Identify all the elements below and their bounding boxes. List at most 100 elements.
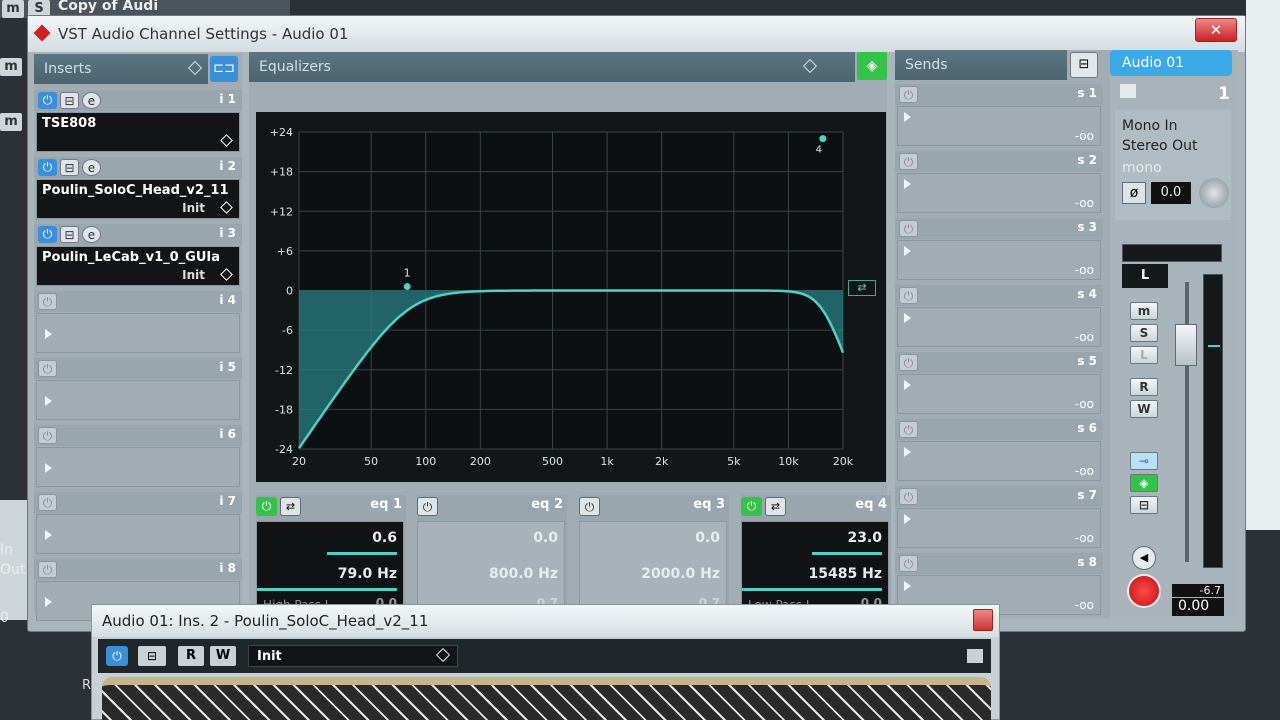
- send-expand-icon[interactable]: [904, 313, 911, 323]
- insert-edit-button[interactable]: e: [82, 92, 101, 109]
- eq-state-button[interactable]: ◈: [1130, 474, 1158, 492]
- bg-mute-button-2[interactable]: m: [0, 58, 22, 76]
- insert-state-button[interactable]: ⊸: [1130, 452, 1158, 470]
- insert-plugin-field[interactable]: Poulin_LeCab_v1_0_GUIa Init: [36, 246, 240, 286]
- eq-curve-display[interactable]: 20 50 100 200 500 1k 2k 5k 10k 20k +24 +18 +12 +6 0 -6 -…: [256, 112, 886, 482]
- eq-band-gain[interactable]: 0.0: [533, 530, 558, 546]
- read-automation-button[interactable]: R: [1130, 378, 1158, 396]
- eq-band-frequency[interactable]: 15485 Hz: [809, 566, 882, 582]
- send-power-button[interactable]: ⏻: [899, 220, 918, 237]
- eq-band-power-button[interactable]: ⏻: [417, 497, 438, 516]
- volume-value[interactable]: 0.00: [1172, 598, 1224, 616]
- amp-plugin-gui[interactable]: [102, 677, 991, 720]
- listen-button[interactable]: L: [1130, 346, 1158, 364]
- input-gain-knob[interactable]: [1199, 178, 1229, 208]
- insert-plugin-field[interactable]: TSE808: [36, 112, 240, 152]
- insert-power-button[interactable]: ⏻: [38, 293, 57, 310]
- insert-bypass-button[interactable]: ⊟: [60, 159, 79, 176]
- send-power-button[interactable]: ⏻: [899, 421, 918, 438]
- eq-band-gain-slider[interactable]: [327, 552, 397, 555]
- send-power-button[interactable]: ⏻: [899, 153, 918, 170]
- eq-band-freq-slider[interactable]: [742, 588, 882, 591]
- input-routing[interactable]: Mono In: [1122, 118, 1178, 134]
- insert-empty-field[interactable]: [36, 514, 240, 554]
- inserts-bypass-button[interactable]: ⊏⊐: [210, 56, 238, 82]
- insert-edit-button[interactable]: e: [82, 226, 101, 243]
- window-close-button[interactable]: ✕: [1195, 18, 1237, 42]
- send-power-button[interactable]: ⏻: [899, 287, 918, 304]
- insert-bypass-button[interactable]: ⊟: [60, 92, 79, 109]
- insert-edit-button[interactable]: e: [82, 159, 101, 176]
- record-enable-button[interactable]: [1127, 574, 1161, 608]
- insert-expand-icon[interactable]: [45, 530, 52, 540]
- eq-diamond-icon[interactable]: [802, 58, 818, 74]
- channel-name-header[interactable]: Audio 01: [1110, 50, 1232, 76]
- send-destination-field[interactable]: -oo: [897, 508, 1101, 548]
- send-destination-field[interactable]: -oo: [897, 173, 1101, 213]
- channel-menu-icon[interactable]: [1120, 84, 1136, 98]
- insert-power-button[interactable]: ⏻: [38, 159, 57, 176]
- eq-bypass-button[interactable]: ◈: [857, 52, 887, 80]
- eq-band-display[interactable]: 0.679.0 Hz0.0High Pass I: [256, 521, 404, 615]
- send-destination-field[interactable]: -oo: [897, 374, 1101, 414]
- eq-band-gain[interactable]: 0.6: [372, 530, 397, 546]
- send-destination-field[interactable]: -oo: [897, 240, 1101, 280]
- insert-power-button[interactable]: ⏻: [38, 360, 57, 377]
- mute-button[interactable]: m: [1130, 302, 1158, 320]
- plugin-write-button[interactable]: W: [210, 646, 236, 666]
- insert-expand-icon[interactable]: [45, 597, 52, 607]
- eq-reset-icon[interactable]: ⇄: [848, 280, 876, 296]
- eq-band-display[interactable]: 23.015485 Hz0.0Low Pass I: [741, 521, 889, 615]
- send-expand-icon[interactable]: [904, 380, 911, 390]
- eq-band-invert-button[interactable]: ⇄: [765, 497, 786, 516]
- volume-fader[interactable]: [1175, 324, 1197, 366]
- insert-power-button[interactable]: ⏻: [38, 427, 57, 444]
- eq-band-power-button[interactable]: ⏻: [256, 497, 277, 516]
- inserts-diamond-icon[interactable]: [187, 60, 203, 76]
- send-expand-icon[interactable]: [904, 581, 911, 591]
- insert-bypass-button[interactable]: ⊟: [60, 226, 79, 243]
- eq-band-freq-slider[interactable]: [257, 588, 397, 591]
- insert-diamond-icon[interactable]: [220, 201, 233, 214]
- send-expand-icon[interactable]: [904, 514, 911, 524]
- plugin-power-button[interactable]: ⏻: [106, 646, 128, 666]
- send-power-button[interactable]: ⏻: [899, 488, 918, 505]
- input-gain-value[interactable]: 0.0: [1151, 182, 1191, 204]
- pan-display[interactable]: [1122, 244, 1222, 262]
- plugin-read-button[interactable]: R: [178, 646, 204, 666]
- plugin-close-button[interactable]: [973, 609, 993, 631]
- eq-band-1-handle[interactable]: [403, 283, 411, 291]
- insert-plugin-field[interactable]: Poulin_SoloC_Head_v2_11 Init: [36, 179, 240, 219]
- output-routing[interactable]: Stereo Out: [1122, 138, 1197, 154]
- eq-band-gain[interactable]: 0.0: [695, 530, 720, 546]
- eq-band-power-button[interactable]: ⏻: [579, 497, 600, 516]
- monitor-button[interactable]: ◀: [1132, 546, 1156, 570]
- send-expand-icon[interactable]: [904, 179, 911, 189]
- bg-track-name[interactable]: Copy of Audi: [58, 0, 158, 14]
- eq-band-gain-slider[interactable]: [812, 552, 882, 555]
- sends-bypass-button[interactable]: ⊟: [1070, 52, 1098, 78]
- eq-band-frequency[interactable]: 2000.0 Hz: [641, 566, 720, 582]
- send-power-button[interactable]: ⏻: [899, 86, 918, 103]
- send-power-button[interactable]: ⏻: [899, 555, 918, 572]
- insert-diamond-icon[interactable]: [220, 268, 233, 281]
- eq-band-display[interactable]: 0.0 800.0 Hz 0.7: [417, 521, 565, 615]
- send-power-button[interactable]: ⏻: [899, 354, 918, 371]
- eq-band-4-handle[interactable]: [819, 135, 827, 143]
- bg-mute-button[interactable]: m: [2, 0, 24, 18]
- eq-band-frequency[interactable]: 800.0 Hz: [489, 566, 558, 582]
- plugin-preset-field[interactable]: Init: [248, 645, 458, 667]
- eq-band-gain[interactable]: 23.0: [847, 530, 882, 546]
- sends-state-button[interactable]: ⊟: [1130, 496, 1158, 514]
- plugin-bypass-button[interactable]: ⊟: [138, 646, 166, 666]
- phase-invert-icon[interactable]: ø: [1122, 182, 1146, 204]
- insert-empty-field[interactable]: [36, 380, 240, 420]
- insert-expand-icon[interactable]: [45, 463, 52, 473]
- eq-band-power-button[interactable]: ⏻: [741, 497, 762, 516]
- send-destination-field[interactable]: -oo: [897, 441, 1101, 481]
- insert-empty-field[interactable]: [36, 447, 240, 487]
- write-automation-button[interactable]: W: [1130, 400, 1158, 418]
- eq-band-invert-button[interactable]: ⇄: [280, 497, 301, 516]
- bg-mute-button-3[interactable]: m: [0, 113, 22, 131]
- insert-expand-icon[interactable]: [45, 329, 52, 339]
